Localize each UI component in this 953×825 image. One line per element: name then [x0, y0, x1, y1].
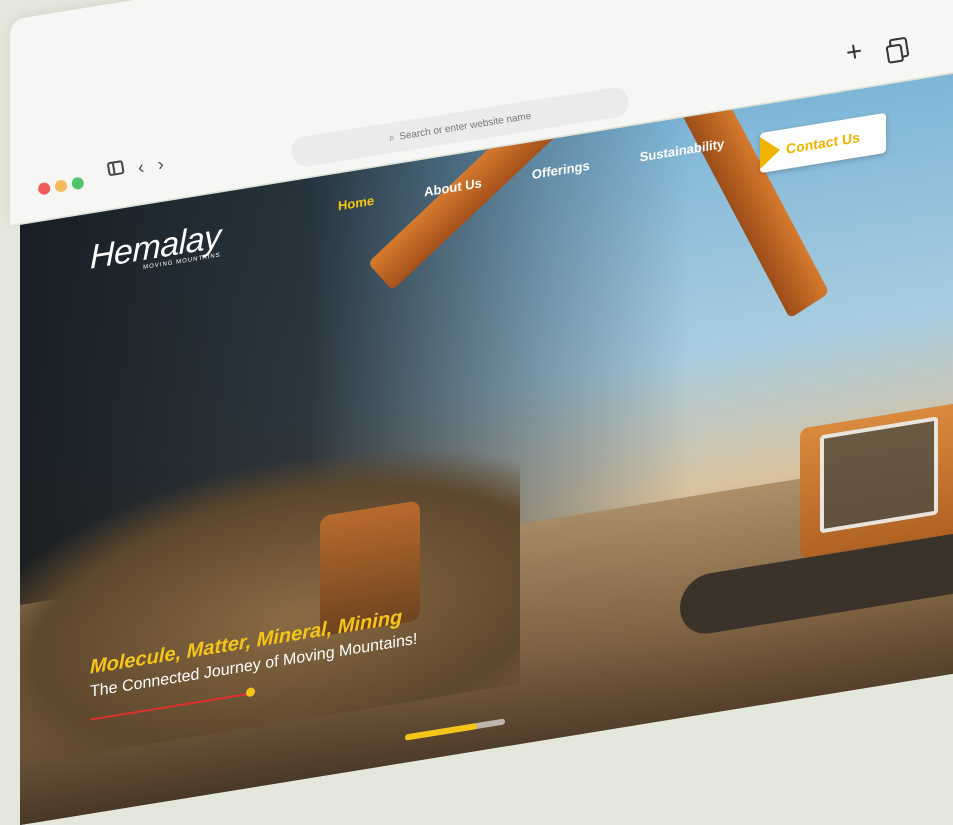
site-logo[interactable]: Hemalay MOVING MOUNTAINS	[90, 217, 221, 279]
back-icon[interactable]: ‹	[136, 157, 145, 179]
nav-offerings[interactable]: Offerings	[532, 158, 590, 182]
sidebar-icon[interactable]	[106, 160, 125, 177]
browser-window: ‹ › ⌕ Search or enter website name + Hem…	[0, 0, 953, 825]
contact-us-button[interactable]: Contact Us	[760, 112, 886, 174]
search-icon: ⌕	[388, 131, 396, 144]
copy-icon[interactable]	[888, 36, 910, 60]
maximize-button[interactable]	[70, 176, 85, 191]
close-button[interactable]	[37, 181, 52, 196]
minimize-button[interactable]	[54, 179, 68, 193]
contact-us-label: Contact Us	[786, 128, 860, 157]
excavator-window	[820, 416, 938, 534]
nav-home[interactable]: Home	[338, 193, 374, 214]
